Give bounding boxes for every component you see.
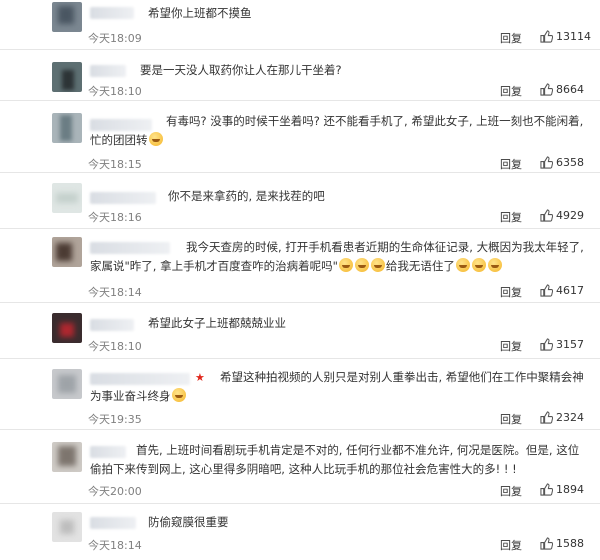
comment-text: 首先, 上班时间看剧玩手机肯定是不对的, 任何行业都不准允许, 何况是医院。但是…: [90, 443, 580, 476]
like-count: 1894: [556, 483, 584, 496]
username-blurred[interactable]: [90, 65, 126, 77]
reply-button[interactable]: 回复: [500, 83, 522, 99]
like-count: 13114: [556, 30, 591, 43]
username-blurred[interactable]: [90, 7, 134, 19]
like-button[interactable]: 1588: [540, 537, 584, 550]
like-count: 6358: [556, 156, 584, 169]
avatar[interactable]: [52, 62, 82, 92]
emoji-icon: [487, 258, 502, 272]
emoji-icon: [171, 388, 186, 402]
reply-button[interactable]: 回复: [500, 411, 522, 427]
username-blurred[interactable]: [90, 517, 136, 529]
avatar[interactable]: [52, 183, 82, 213]
emoji-icon: [148, 132, 163, 146]
reply-button[interactable]: 回复: [500, 209, 522, 225]
comment-text: 希望你上班都不摸鱼: [148, 6, 252, 20]
avatar[interactable]: [52, 2, 82, 32]
avatar[interactable]: [52, 313, 82, 343]
username-blurred[interactable]: [90, 192, 156, 204]
avatar[interactable]: [52, 442, 82, 472]
comment-item: 防偷窥膜很重要 今天18:14 回复 1588: [0, 504, 600, 560]
thumbs-up-icon: [540, 83, 553, 96]
comment-item: 我今天查房的时候, 打开手机看患者近期的生命体征记录, 大概因为我太年轻了, 家…: [0, 229, 600, 303]
comment-time: 今天19:35: [88, 413, 142, 426]
like-count: 1588: [556, 537, 584, 550]
comment-item: 有毒吗? 没事的时候干坐着吗? 还不能看手机了, 希望此女子, 上班一刻也不能闲…: [0, 101, 600, 173]
thumbs-up-icon: [540, 156, 553, 169]
like-button[interactable]: 2324: [540, 411, 584, 424]
emoji-icon: [455, 258, 470, 272]
reply-button[interactable]: 回复: [500, 284, 522, 300]
like-count: 8664: [556, 83, 584, 96]
like-button[interactable]: 4617: [540, 284, 584, 297]
comment-item: 希望你上班都不摸鱼 今天18:09 回复 13114: [0, 0, 600, 50]
comment-time: 今天18:14: [88, 286, 142, 299]
comment-time: 今天18:10: [88, 340, 142, 353]
comment-time: 今天18:15: [88, 158, 142, 171]
reply-button[interactable]: 回复: [500, 483, 522, 499]
comment-list: 希望你上班都不摸鱼 今天18:09 回复 13114 要是一天没人取药你让人在那…: [0, 0, 600, 560]
like-count: 4929: [556, 209, 584, 222]
comment-text: 有毒吗? 没事的时候干坐着吗? 还不能看手机了, 希望此女子, 上班一刻也不能闲…: [90, 114, 587, 147]
comment-text: 我今天查房的时候, 打开手机看患者近期的生命体征记录, 大概因为我太年轻了, 家…: [90, 240, 588, 273]
like-count: 2324: [556, 411, 584, 424]
thumbs-up-icon: [540, 284, 553, 297]
like-button[interactable]: 8664: [540, 83, 584, 96]
emoji-icon: [354, 258, 369, 272]
comment-item: ★ 希望这种拍视频的人别只是对别人重拳出击, 希望他们在工作中聚精会神为事业奋斗…: [0, 359, 600, 430]
username-blurred[interactable]: [90, 319, 134, 331]
like-button[interactable]: 6358: [540, 156, 584, 169]
comment-item: 首先, 上班时间看剧玩手机肯定是不对的, 任何行业都不准允许, 何况是医院。但是…: [0, 430, 600, 504]
emoji-icon: [370, 258, 385, 272]
comment-time: 今天18:14: [88, 539, 142, 552]
emoji-icon: [338, 258, 353, 272]
like-count: 4617: [556, 284, 584, 297]
comment-time: 今天18:09: [88, 32, 142, 45]
reply-button[interactable]: 回复: [500, 156, 522, 172]
comment-text: 希望此女子上班都兢兢业业: [148, 316, 286, 330]
thumbs-up-icon: [540, 537, 553, 550]
comment-item: 要是一天没人取药你让人在那儿干坐着? 今天18:10 回复 8664: [0, 50, 600, 101]
like-count: 3157: [556, 338, 584, 351]
comment-text: 你不是来拿药的, 是来找茬的吧: [168, 189, 325, 203]
reply-button[interactable]: 回复: [500, 30, 522, 46]
reply-button[interactable]: 回复: [500, 537, 522, 553]
avatar[interactable]: [52, 113, 82, 143]
avatar[interactable]: [52, 237, 82, 267]
thumbs-up-icon: [540, 209, 553, 222]
avatar[interactable]: [52, 512, 82, 542]
reply-button[interactable]: 回复: [500, 338, 522, 354]
like-button[interactable]: 3157: [540, 338, 584, 351]
comment-time: 今天18:10: [88, 85, 142, 98]
emoji-icon: [471, 258, 486, 272]
comment-time: 今天18:16: [88, 211, 142, 224]
avatar[interactable]: [52, 369, 82, 399]
thumbs-up-icon: [540, 30, 553, 43]
thumbs-up-icon: [540, 483, 553, 496]
comment-text: 希望这种拍视频的人别只是对别人重拳出击, 希望他们在工作中聚精会神为事业奋斗终身: [90, 370, 584, 403]
thumbs-up-icon: [540, 338, 553, 351]
comment-text: 防偷窥膜很重要: [148, 515, 229, 529]
comment-item: 希望此女子上班都兢兢业业 今天18:10 回复 3157: [0, 303, 600, 359]
like-button[interactable]: 4929: [540, 209, 584, 222]
like-button[interactable]: 13114: [540, 30, 591, 43]
like-button[interactable]: 1894: [540, 483, 584, 496]
comment-text: 要是一天没人取药你让人在那儿干坐着?: [140, 63, 342, 77]
comment-item: 你不是来拿药的, 是来找茬的吧 今天18:16 回复 4929: [0, 173, 600, 229]
comment-time: 今天20:00: [88, 485, 142, 498]
thumbs-up-icon: [540, 411, 553, 424]
